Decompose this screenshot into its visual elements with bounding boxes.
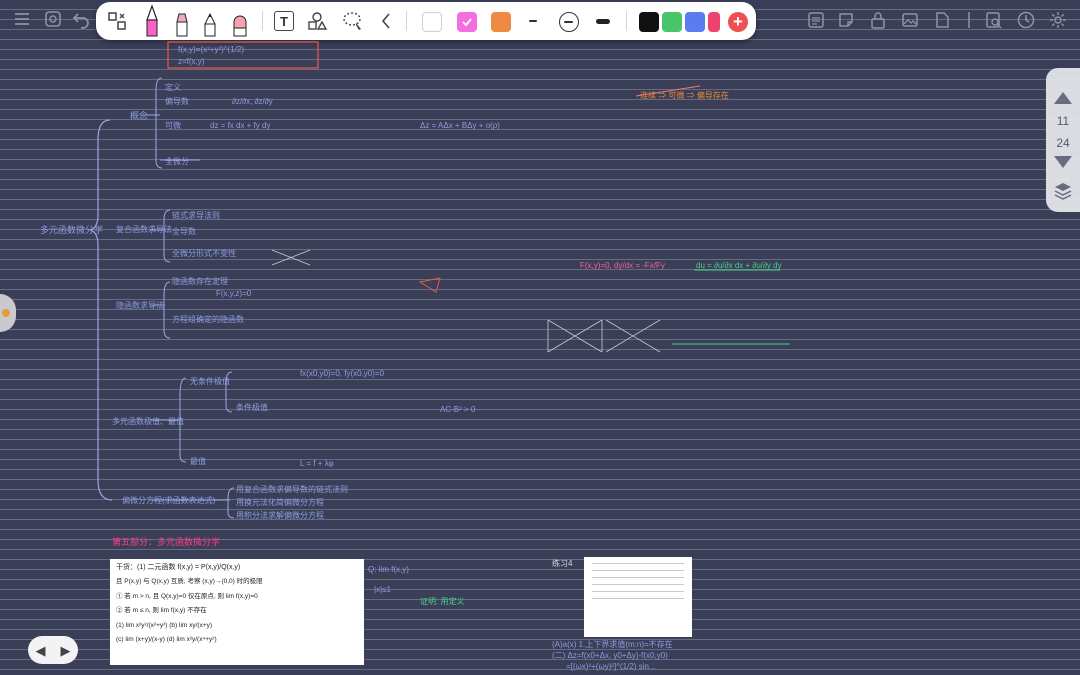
check-icon <box>462 18 472 27</box>
gear-icon[interactable] <box>1048 10 1068 30</box>
color-swatch-orange[interactable] <box>491 12 511 32</box>
pasted-line-4: (1) lim x²y²/(x²+y²) (b) lim xy/(x+y) <box>116 621 213 629</box>
eraser-tool-icon[interactable] <box>231 14 249 38</box>
note-formula-9: F(x,y,z)=0 <box>216 289 252 298</box>
note-formula-4: dz = fx dx + fy dy <box>210 121 271 130</box>
page-navigator: 11 24 <box>1046 68 1080 212</box>
note-formula-5: Δz = AΔx + BΔy + o(ρ) <box>420 121 500 130</box>
note-formula-11: 连续 ⇒ 可微 ⇒ 偏导存在 <box>640 91 729 100</box>
bottom-note-3: =[(ωx)²+(ωy)²]^(1/2) sin... <box>566 662 656 671</box>
search-icon[interactable] <box>984 10 1004 30</box>
branch-composite-total: 全导数 <box>172 227 196 236</box>
drawing-toolbar: T + <box>96 2 756 40</box>
note-formula-2: z=f(x,y) <box>178 57 205 66</box>
stroke-width-thin[interactable] <box>529 20 537 22</box>
pasted-line-5: (c) lim (x+y)/(x-y) (d) lim x²y/(x⁴+y²) <box>116 636 217 643</box>
palette-green[interactable] <box>662 12 682 32</box>
lock-icon[interactable] <box>868 10 888 30</box>
lasso-tool-icon[interactable] <box>341 10 365 32</box>
section-title: 第五部分：多元函数微分学 <box>112 537 221 547</box>
toolbar-divider <box>406 11 407 31</box>
mid-note-2: |x|≤1 <box>374 585 391 594</box>
highlighter-tool-icon[interactable] <box>174 12 190 38</box>
branch-implicit-system: 方程组确定的隐函数 <box>172 315 244 324</box>
practice-label: 练习4 <box>552 559 573 568</box>
color-swatch-white[interactable] <box>422 12 442 32</box>
pasted-line-1: 且 P(x,y) 与 Q(x,y) 互质, 考察 (x,y)→(0,0) 时的极… <box>116 578 263 585</box>
undo-icon[interactable] <box>71 9 91 29</box>
current-page-number: 11 <box>1056 114 1070 128</box>
pasted-line-2: ① 若 m > n, 且 Q(x,y)=0 仅在原点, 则 lim f(x,y)… <box>116 592 258 600</box>
divider-bar-icon <box>966 10 972 30</box>
color-swatch-pink[interactable] <box>457 12 477 32</box>
layers-icon[interactable] <box>1052 180 1074 202</box>
branch-pde-chain: 用复合函数求偏导数的链式法则 <box>236 485 348 494</box>
palette-red[interactable] <box>708 12 720 32</box>
note-formula-7: AC-B² > 0 <box>440 405 476 414</box>
palette-black[interactable] <box>639 12 659 32</box>
branch-concept-total-differential: 全微分 <box>165 157 189 166</box>
note-formula-8: L = f + λφ <box>300 459 334 468</box>
branch-extremum-unconditional: 无条件极值 <box>190 377 230 386</box>
sticker-icon[interactable] <box>836 10 856 30</box>
branch-concept: 概念 <box>130 111 149 121</box>
mid-note-1: Q: lim f(x,y) <box>368 565 409 574</box>
palette-blue[interactable] <box>685 12 705 32</box>
pasted-practice-image <box>584 557 692 637</box>
shapes-tool-icon[interactable] <box>306 10 328 32</box>
branch-pde-substitution: 用换元法化简偏微分方程 <box>236 498 324 507</box>
branch-composite-invariance: 全微分形式不变性 <box>172 249 236 258</box>
toolbar-divider <box>626 11 627 31</box>
branch-concept-definition: 定义 <box>165 83 181 92</box>
note-formula-3: ∂z/∂x, ∂z/∂y <box>232 97 273 106</box>
prev-page-button[interactable]: ◀ <box>36 644 46 657</box>
topic-label: 多元函数微分学 <box>40 225 104 235</box>
template-icon[interactable] <box>932 10 952 30</box>
note-formula-12: F(x,y)=0, dy/dx = -Fx/Fy <box>580 261 665 270</box>
branch-concept-partial: 偏导数 <box>165 97 189 106</box>
pasted-line-3: ② 若 m ≤ n, 则 lim f(x,y) 不存在 <box>116 607 207 614</box>
bottom-note-2: (二) Δz=f(x0+Δx, y0+Δy)-f(x0,y0) <box>552 651 668 660</box>
page-nav-pill: ◀ ▶ <box>28 636 78 664</box>
clock-icon[interactable] <box>1016 10 1036 30</box>
toolbar-divider <box>262 11 263 31</box>
page-list-icon[interactable] <box>806 10 826 30</box>
branch-pde-integral: 用积分法求解偏微分方程 <box>236 511 324 520</box>
bottom-note-1: (A)a(x) 1.上下界求值(m:n)=不存在 <box>552 640 673 649</box>
stroke-width-thick[interactable] <box>596 19 610 24</box>
side-drawer-handle[interactable] <box>0 294 16 332</box>
total-page-number: 24 <box>1056 136 1070 150</box>
branch-implicit: 隐函数求导法 <box>116 301 164 310</box>
lasso-select-tool-icon[interactable] <box>106 10 128 32</box>
next-page-button[interactable]: ▶ <box>61 644 71 657</box>
mid-note-3: 证明: 用定义 <box>420 597 465 606</box>
page-up-arrow-icon[interactable] <box>1052 90 1074 106</box>
note-formula-1: f(x,y)=(x²+y²)^(1/2) <box>178 45 244 54</box>
branch-pde: 偏微分方程(求函数表达式) <box>122 496 216 505</box>
pen-tool-icon[interactable] <box>144 4 160 38</box>
note-formula-10: du = ∂u/∂x dx + ∂u/∂y dy <box>696 261 782 270</box>
text-tool-icon[interactable]: T <box>274 11 294 31</box>
page-down-arrow-icon[interactable] <box>1052 154 1074 170</box>
read-mode-icon[interactable] <box>43 9 63 29</box>
branch-extremum-conditional: 条件极值 <box>236 403 268 412</box>
collapse-toolbar-icon[interactable] <box>378 11 394 31</box>
pasted-problem-image: 干货：(1) 二元函数 f(x,y) = P(x,y)/Q(x,y) 且 P(x… <box>110 559 364 665</box>
branch-extremum: 多元函数极值、最值 <box>112 417 184 426</box>
pencil-tool-icon[interactable] <box>202 12 218 38</box>
branch-concept-differentiable: 可微 <box>165 121 181 130</box>
pasted-line-title: 干货：(1) 二元函数 f(x,y) = P(x,y)/Q(x,y) <box>116 564 241 571</box>
menu-icon[interactable] <box>12 9 32 29</box>
branch-implicit-theorem: 隐函数存在定理 <box>172 277 228 286</box>
branch-composite-chain: 链式求导法则 <box>172 211 220 220</box>
branch-extremum-max-min: 最值 <box>190 457 206 466</box>
note-formula-6: fx(x0,y0)=0, fy(x0,y0)=0 <box>300 369 385 378</box>
stroke-width-medium[interactable] <box>559 12 579 32</box>
image-icon[interactable] <box>900 10 920 30</box>
add-color-button[interactable]: + <box>728 12 748 32</box>
branch-composite: 复合函数求导法 <box>116 225 172 234</box>
